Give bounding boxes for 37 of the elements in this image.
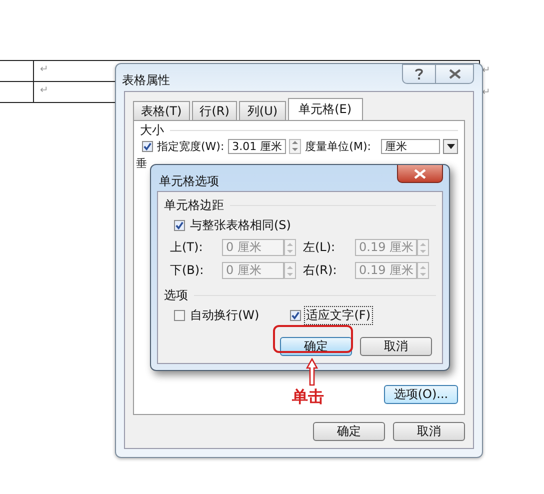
- help-button[interactable]: [402, 64, 436, 84]
- up-arrow-icon: [306, 358, 318, 386]
- annotation-text: 单击: [292, 387, 324, 408]
- close-button[interactable]: [436, 64, 474, 84]
- margin-label: 左(L):: [303, 239, 336, 256]
- checkbox[interactable]: [174, 220, 185, 231]
- checkbox-label: 指定宽度(W):: [156, 138, 226, 154]
- cancel-button[interactable]: 取消: [393, 422, 465, 441]
- margin-label: 上(T):: [170, 239, 204, 256]
- spinner-icon[interactable]: [289, 138, 302, 154]
- cancel-button[interactable]: 取消: [360, 337, 432, 356]
- close-icon: [414, 168, 426, 178]
- checkbox-label: 自动换行(W): [189, 307, 260, 324]
- section-heading: 垂: [136, 156, 147, 171]
- checkbox-label: 与整张表格相同(S): [189, 217, 292, 234]
- tab[interactable]: 列(U): [239, 101, 286, 120]
- unit-label: 度量单位(M):: [304, 138, 372, 154]
- checkbox[interactable]: [142, 140, 153, 152]
- help-icon: [414, 68, 424, 80]
- width-field[interactable]: 3.01 厘米: [228, 138, 286, 154]
- checkbox[interactable]: [174, 310, 185, 321]
- close-button[interactable]: [397, 165, 443, 183]
- margin-label: 下(B):: [170, 262, 205, 279]
- tab[interactable]: 行(R): [192, 101, 238, 120]
- tab[interactable]: 单元格(E): [288, 98, 363, 120]
- tab[interactable]: 表格(T): [133, 101, 190, 120]
- dialog-title: 单元格选项: [159, 173, 219, 190]
- margin-label: 右(R):: [303, 262, 338, 279]
- unit-dropdown[interactable]: 厘米: [380, 138, 440, 154]
- checkbox-label: 适应文字(F): [305, 307, 372, 324]
- close-icon: [448, 69, 460, 79]
- section-heading: 单元格边距: [164, 196, 224, 214]
- ok-button[interactable]: 确定: [313, 422, 385, 441]
- options-button[interactable]: 选项(O)...: [384, 385, 458, 404]
- checkbox[interactable]: [290, 310, 302, 321]
- section-heading: 选项: [164, 286, 188, 304]
- section-heading: 大小: [140, 122, 164, 138]
